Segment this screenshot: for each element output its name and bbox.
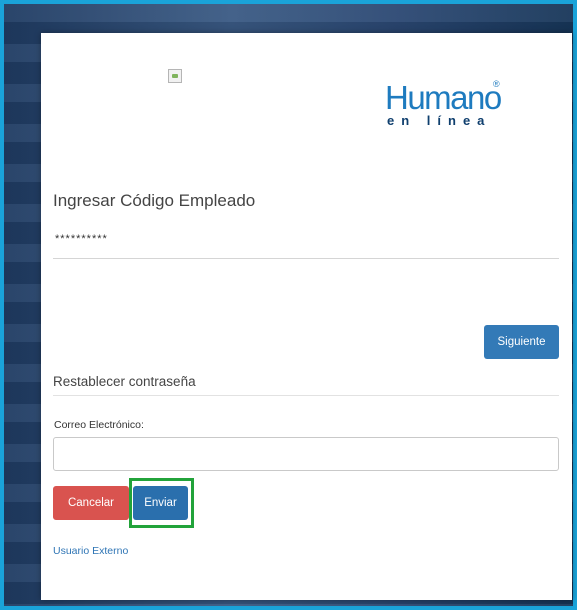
send-button[interactable]: Enviar: [133, 486, 188, 520]
employee-code-underline: [53, 258, 559, 259]
reset-password-title: Restablecer contraseña: [53, 374, 196, 389]
broken-image-icon: [168, 69, 182, 83]
logo-sub-text: en línea: [387, 113, 492, 128]
logo-registered-mark: ®: [493, 79, 500, 89]
screenshot-frame: Humano ® en línea Ingresar Código Emplea…: [0, 0, 577, 610]
logo-main-text: Humano: [385, 79, 502, 116]
employee-code-input[interactable]: **********: [55, 233, 108, 245]
employee-code-label: Ingresar Código Empleado: [53, 191, 256, 210]
reset-divider: [53, 395, 559, 396]
email-field[interactable]: [53, 437, 559, 471]
next-button[interactable]: Siguiente: [484, 325, 559, 359]
external-user-link[interactable]: Usuario Externo: [53, 545, 128, 557]
login-card: Humano ® en línea Ingresar Código Emplea…: [41, 33, 572, 600]
cancel-button[interactable]: Cancelar: [53, 486, 129, 520]
email-label: Correo Electrónico:: [54, 419, 144, 431]
brand-logo: Humano ® en línea: [385, 79, 515, 131]
